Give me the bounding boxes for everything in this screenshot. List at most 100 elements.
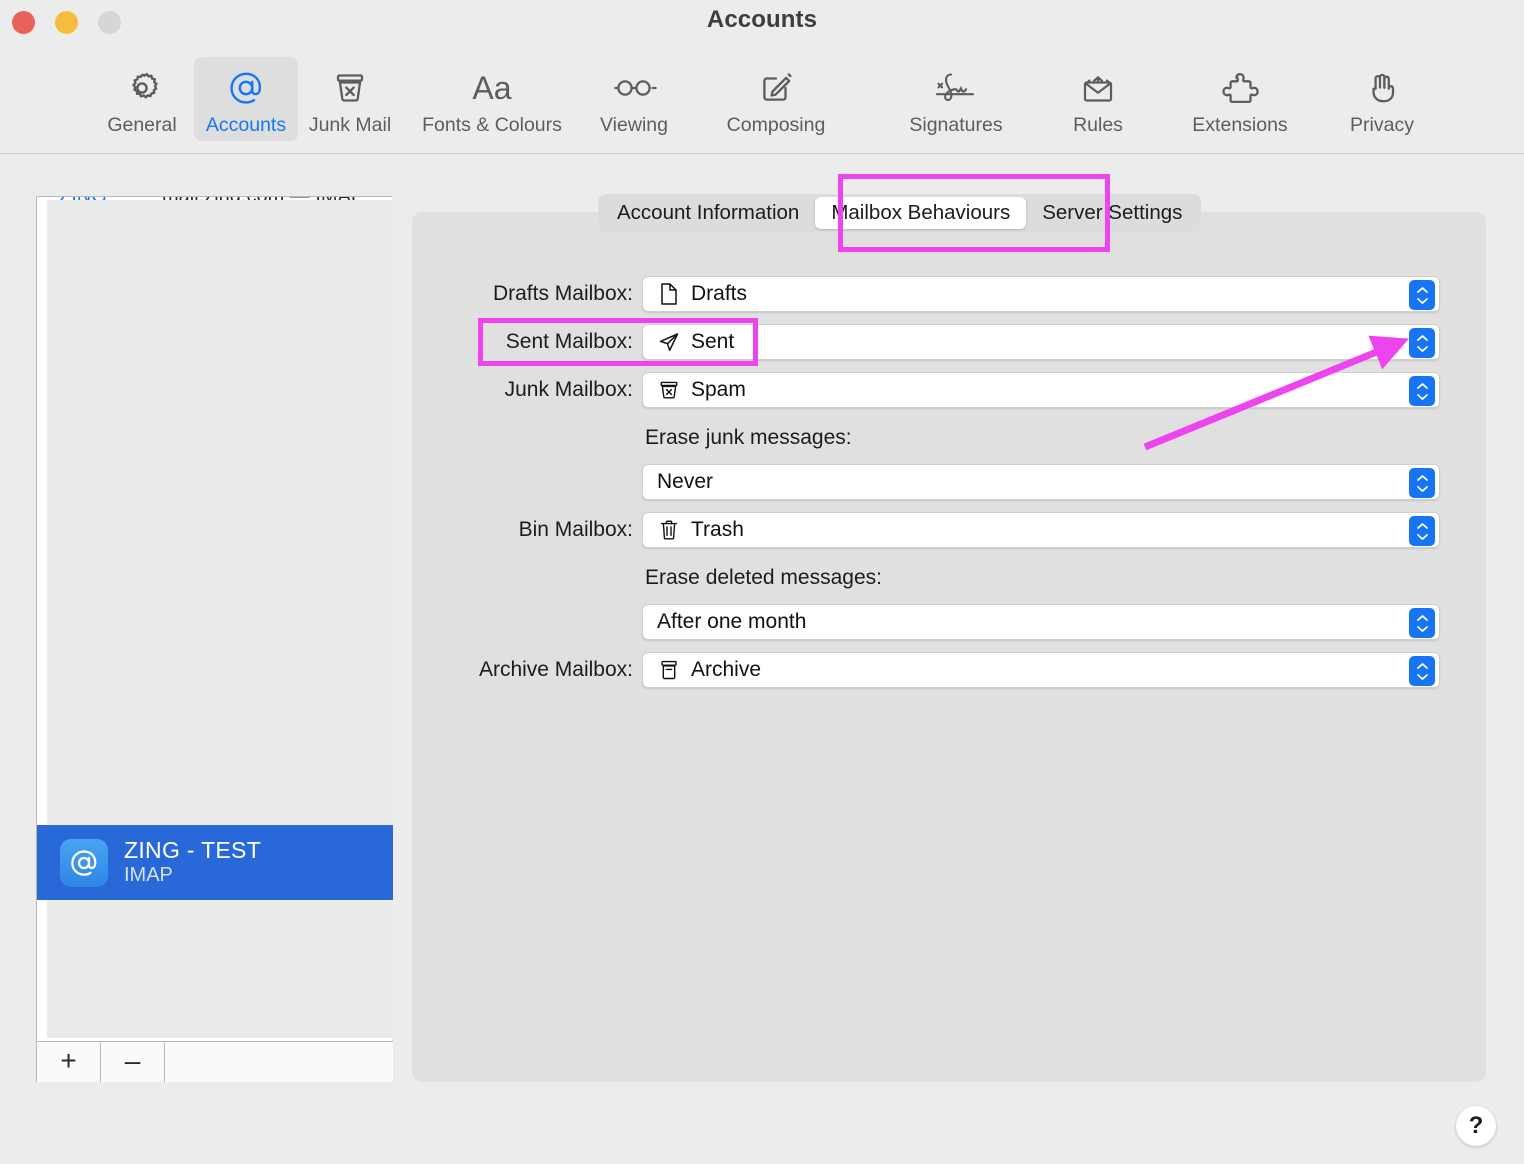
bin-mailbox-popup[interactable]: Trash bbox=[642, 512, 1440, 548]
erase-junk-messages-popup[interactable]: Never bbox=[642, 464, 1440, 500]
sidebar-account-type: IMAP bbox=[124, 864, 173, 887]
toolbar-label-accounts: Accounts bbox=[205, 113, 287, 136]
sent-mailbox-value: Sent bbox=[691, 330, 735, 353]
mailbox-behaviours-panel: Drafts Mailbox: Drafts Sent Mailbox: Sen… bbox=[412, 212, 1486, 1082]
drafts-mailbox-popup[interactable]: Drafts bbox=[642, 276, 1440, 312]
question-mark-icon: ? bbox=[1468, 1112, 1484, 1139]
toolbar-label-fonts-colours: Fonts & Colours bbox=[422, 113, 562, 136]
paper-plane-icon bbox=[657, 329, 681, 355]
junk-mailbox-stepper[interactable] bbox=[1409, 376, 1435, 406]
archive-box-icon bbox=[657, 657, 681, 683]
tab-mailbox-behaviours[interactable]: Mailbox Behaviours bbox=[815, 197, 1027, 229]
row-sent-mailbox: Sent Mailbox: Sent bbox=[412, 324, 1486, 360]
erase-junk-messages-value: Never bbox=[657, 470, 714, 493]
tab-label-mailbox-behaviours: Mailbox Behaviours bbox=[831, 201, 1011, 224]
row-erase-deleted-label: Erase deleted messages: bbox=[412, 560, 1486, 596]
puzzle-piece-icon bbox=[1219, 66, 1261, 110]
bin-mailbox-value: Trash bbox=[691, 518, 744, 541]
toolbar-item-rules[interactable]: Rules bbox=[1046, 57, 1150, 141]
sidebar-account-zing-test[interactable]: ZING - TEST IMAP bbox=[37, 825, 393, 900]
toolbar-item-viewing[interactable]: Viewing bbox=[582, 57, 686, 141]
row-archive-mailbox: Archive Mailbox: Archive bbox=[412, 652, 1486, 688]
toolbar-label-rules: Rules bbox=[1073, 113, 1123, 136]
accounts-list[interactable]: ZING mail.zing.com — IMAP bbox=[47, 197, 392, 1041]
row-junk-mailbox: Junk Mailbox: Spam bbox=[412, 372, 1486, 408]
tab-label-account-information: Account Information bbox=[617, 201, 800, 224]
toolbar-label-junk-mail: Junk Mail bbox=[308, 113, 392, 136]
row-erase-junk-popup: Never bbox=[412, 464, 1486, 500]
row-erase-deleted-popup: After one month bbox=[412, 604, 1486, 640]
archive-mailbox-popup[interactable]: Archive bbox=[642, 652, 1440, 688]
window-title: Accounts bbox=[706, 6, 818, 33]
toolbar-item-accounts[interactable]: Accounts bbox=[194, 56, 298, 141]
label-bin-mailbox: Bin Mailbox: bbox=[518, 518, 633, 541]
label-sent-mailbox: Sent Mailbox: bbox=[505, 330, 633, 353]
toolbar-item-junk-mail[interactable]: Junk Mail bbox=[298, 57, 402, 141]
toolbar-item-signatures[interactable]: Signatures bbox=[866, 57, 1046, 141]
junk-bin-icon bbox=[657, 377, 681, 403]
toolbar-label-viewing: Viewing bbox=[600, 113, 668, 136]
preferences-window: Accounts General Accounts Junk Mail Aa F… bbox=[0, 0, 1524, 1164]
junk-mailbox-popup[interactable]: Spam bbox=[642, 372, 1440, 408]
toolbar-label-general: General bbox=[107, 113, 177, 136]
sent-mailbox-popup[interactable]: Sent bbox=[642, 324, 1440, 360]
erase-deleted-messages-popup[interactable]: After one month bbox=[642, 604, 1440, 640]
hand-stop-icon bbox=[1362, 66, 1402, 110]
title-bar: Accounts bbox=[0, 0, 1524, 44]
toolbar-item-extensions[interactable]: Extensions bbox=[1150, 57, 1330, 141]
gear-icon bbox=[122, 66, 162, 110]
toolbar-label-signatures: Signatures bbox=[909, 113, 1003, 136]
accounts-list-empty-area-top bbox=[47, 200, 392, 825]
sidebar-account-text: ZING - TEST IMAP bbox=[124, 838, 261, 887]
tab-label-server-settings: Server Settings bbox=[1042, 201, 1183, 224]
signature-icon bbox=[929, 66, 983, 110]
row-drafts-mailbox: Drafts Mailbox: Drafts bbox=[412, 276, 1486, 312]
add-account-button[interactable]: + bbox=[37, 1042, 101, 1082]
accounts-sidebar: ZING mail.zing.com — IMAP ZING - TEST IM… bbox=[36, 196, 393, 1082]
tab-server-settings[interactable]: Server Settings bbox=[1026, 197, 1198, 229]
preferences-toolbar: General Accounts Junk Mail Aa Fonts & Co… bbox=[0, 44, 1524, 154]
at-sign-avatar bbox=[60, 838, 108, 887]
at-sign-icon bbox=[225, 66, 267, 110]
toolbar-item-fonts-colours[interactable]: Aa Fonts & Colours bbox=[402, 57, 582, 141]
label-erase-junk-messages: Erase junk messages: bbox=[645, 426, 852, 449]
remove-account-button[interactable]: – bbox=[101, 1042, 165, 1082]
help-button[interactable]: ? bbox=[1456, 1106, 1496, 1146]
document-page-icon bbox=[657, 281, 681, 307]
junk-mailbox-value: Spam bbox=[691, 378, 746, 401]
row-erase-junk-label: Erase junk messages: bbox=[412, 420, 1486, 456]
toolbar-label-extensions: Extensions bbox=[1192, 113, 1288, 136]
archive-mailbox-value: Archive bbox=[691, 658, 762, 681]
trash-can-icon bbox=[657, 517, 681, 543]
svg-text:Aa: Aa bbox=[472, 70, 511, 106]
footer-spacer bbox=[165, 1042, 393, 1082]
accounts-list-empty-area-bottom bbox=[47, 900, 392, 1038]
plus-icon: + bbox=[60, 1044, 77, 1076]
minus-icon: – bbox=[124, 1044, 141, 1076]
tab-account-information[interactable]: Account Information bbox=[601, 197, 815, 229]
aa-text-icon: Aa bbox=[464, 66, 520, 110]
junk-bin-icon bbox=[330, 66, 370, 110]
drafts-mailbox-value: Drafts bbox=[691, 282, 748, 305]
toolbar-label-privacy: Privacy bbox=[1350, 113, 1414, 136]
toolbar-item-general[interactable]: General bbox=[90, 57, 194, 141]
sent-mailbox-stepper[interactable] bbox=[1409, 328, 1435, 358]
label-junk-mailbox: Junk Mailbox: bbox=[504, 378, 633, 401]
settings-tab-bar: Account Information Mailbox Behaviours S… bbox=[598, 194, 1202, 232]
drafts-mailbox-stepper[interactable] bbox=[1409, 280, 1435, 310]
compose-pencil-icon bbox=[756, 66, 796, 110]
row-bin-mailbox: Bin Mailbox: Trash bbox=[412, 512, 1486, 548]
erase-junk-messages-stepper[interactable] bbox=[1409, 468, 1435, 498]
label-erase-deleted-messages: Erase deleted messages: bbox=[645, 566, 882, 589]
accounts-list-footer: + – bbox=[37, 1041, 393, 1082]
rules-envelope-icon bbox=[1077, 66, 1119, 110]
archive-mailbox-stepper[interactable] bbox=[1409, 656, 1435, 686]
toolbar-label-composing: Composing bbox=[726, 113, 826, 136]
glasses-icon bbox=[610, 66, 658, 110]
erase-deleted-messages-value: After one month bbox=[657, 610, 807, 633]
bin-mailbox-stepper[interactable] bbox=[1409, 516, 1435, 546]
erase-deleted-messages-stepper[interactable] bbox=[1409, 608, 1435, 638]
toolbar-item-privacy[interactable]: Privacy bbox=[1330, 57, 1434, 141]
label-drafts-mailbox: Drafts Mailbox: bbox=[492, 282, 633, 305]
toolbar-item-composing[interactable]: Composing bbox=[686, 57, 866, 141]
